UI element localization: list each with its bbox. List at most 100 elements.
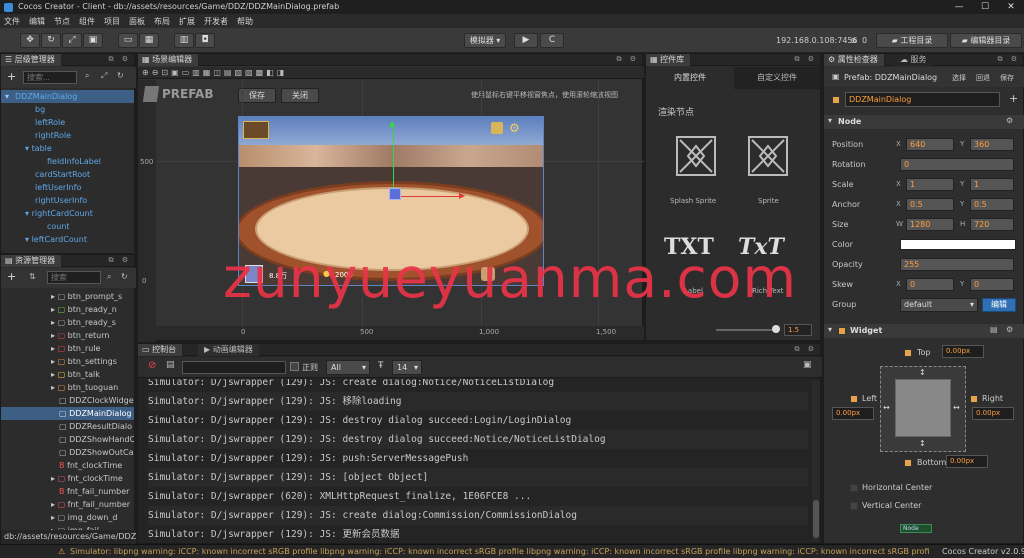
align-bottom-input[interactable]: 0.00px [946, 455, 988, 468]
align-bottom-checkbox[interactable] [904, 458, 912, 467]
tab-inspector[interactable]: ⚙ 属性检查器 [824, 54, 885, 66]
maximize-button[interactable]: ☐ [972, 0, 998, 14]
add-asset-icon[interactable]: + [7, 270, 16, 283]
asset-item-selected[interactable]: ▢ DDZMainDialog [1, 407, 134, 420]
save-prefab-button[interactable]: 保存 [238, 88, 276, 103]
gizmo-y-axis[interactable] [393, 123, 394, 191]
refresh-icon[interactable]: ↻ [117, 71, 124, 80]
position-y-input[interactable]: 360 [970, 138, 1014, 151]
sprite-widget[interactable] [748, 136, 788, 176]
scale-tool-icon[interactable]: ⤢ [62, 33, 82, 48]
asset-item[interactable]: B fnt_fail_number [59, 485, 129, 498]
scene-toolbar[interactable]: ⊕⊖⊡▣▭▥▦◫▤▧▨▩◧◨ [138, 67, 644, 79]
panel-menu-icon[interactable]: ⧉ ⚙ [617, 55, 640, 64]
hierarchy-search-input[interactable] [23, 71, 77, 84]
gizmo-x-axis[interactable] [393, 196, 461, 197]
tab-console[interactable]: ▭ 控制台 [138, 344, 184, 356]
tree-node-root[interactable]: ▾ DDZMainDialog [1, 90, 134, 103]
add-component-icon[interactable]: + [1009, 92, 1018, 105]
menu-extension[interactable]: 扩展 [179, 16, 195, 27]
log-level-select[interactable]: All ▾ [326, 360, 370, 375]
align-right-checkbox[interactable] [970, 394, 978, 403]
align-top-checkbox[interactable] [904, 348, 912, 357]
open-log-icon[interactable]: ▤ [166, 360, 175, 370]
asset-item[interactable]: ▢ DDZResultDialo [59, 420, 132, 433]
zoom-slider-thumb[interactable] [772, 325, 780, 333]
panel-menu-icon[interactable]: ⧉ ⚙ [998, 55, 1021, 64]
asset-item[interactable]: ▢ DDZShowOutCa [59, 446, 134, 459]
asset-item[interactable]: ▸ ▢ btn_tuoguan [51, 381, 118, 394]
prefab-save-button[interactable]: 保存 [1000, 73, 1014, 83]
asset-item[interactable]: B fnt_clockTime [59, 459, 122, 472]
widget-enabled-checkbox[interactable] [838, 326, 846, 335]
refresh-button[interactable]: C [540, 33, 564, 48]
console-filter-input[interactable] [182, 361, 286, 374]
tab-animation-editor[interactable]: ▶ 动画编辑器 [198, 344, 259, 356]
panel-menu-icon[interactable]: ⧉ ⚙ [795, 55, 818, 64]
console-scrollbar[interactable] [812, 380, 820, 542]
asset-item[interactable]: ▸ ▢ btn_talk [51, 368, 100, 381]
tab-control-library[interactable]: ▦ 控件库 [646, 54, 692, 66]
asset-item[interactable]: ▸ ▢ img_down_d [51, 511, 117, 524]
regex-checkbox[interactable] [290, 362, 299, 371]
preview-mode-icon[interactable]: ◘ [195, 33, 215, 48]
node-active-checkbox[interactable] [832, 95, 840, 104]
menu-component[interactable]: 组件 [79, 16, 95, 27]
splash-sprite-widget[interactable] [676, 136, 716, 176]
asset-item[interactable]: ▸ ▢ fnt_fail_number [51, 498, 130, 511]
asset-item[interactable]: ▸ ▢ btn_settings [51, 355, 117, 368]
gizmo-x-arrow-icon[interactable]: ▶ [459, 191, 465, 200]
size-width-input[interactable]: 1280 [906, 218, 954, 231]
prefab-select-button[interactable]: 选择 [952, 73, 966, 83]
local-pivot-icon[interactable]: ▭ [118, 33, 138, 48]
align-right-input[interactable]: 0.00px [972, 407, 1014, 420]
section-settings-icon[interactable]: ⚙ [1006, 116, 1013, 125]
tree-node[interactable]: count [47, 220, 70, 233]
asset-item[interactable]: ▸ ▢ fnt_clockTime [51, 472, 123, 485]
clear-console-icon[interactable]: ⊘ [148, 360, 156, 371]
scale-y-input[interactable]: 1 [970, 178, 1014, 191]
menu-node[interactable]: 节点 [54, 16, 70, 27]
prefab-revert-button[interactable]: 回退 [976, 73, 990, 83]
editor-dir-button[interactable]: ▰ 编辑器目录 [950, 33, 1022, 48]
tree-node[interactable]: leftUserInfo [35, 181, 81, 194]
tab-builtin-controls[interactable]: 内置控件 [646, 67, 734, 89]
play-button[interactable]: ▶ [514, 33, 538, 48]
collapse-arrow-icon[interactable]: ▾ [828, 325, 832, 334]
panel-menu-icon[interactable]: ⧉ ⚙ [795, 345, 818, 354]
console-collapse-icon[interactable]: ▣ [803, 360, 812, 370]
project-dir-button[interactable]: ▰ 工程目录 [876, 33, 948, 48]
tree-node[interactable]: leftRole [35, 116, 65, 129]
add-node-icon[interactable]: + [7, 70, 16, 83]
menu-file[interactable]: 文件 [4, 16, 20, 27]
tree-node[interactable]: rightUserInfo [35, 194, 87, 207]
zoom-value[interactable]: 1.5 [784, 324, 812, 336]
menu-edit[interactable]: 编辑 [29, 16, 45, 27]
zoom-slider-track[interactable] [716, 329, 776, 331]
close-window-button[interactable]: ✕ [998, 0, 1024, 14]
tab-scene[interactable]: ▦ 场景编辑器 [138, 54, 200, 66]
position-x-input[interactable]: 640 [906, 138, 954, 151]
move-tool-icon[interactable]: ✥ [20, 33, 40, 48]
expand-arrow-icon[interactable]: ▾ [5, 90, 9, 103]
close-prefab-button[interactable]: 关闭 [281, 88, 319, 103]
rotation-input[interactable]: 0 [900, 158, 1014, 171]
anchor-x-input[interactable]: 0.5 [906, 198, 954, 211]
node-name-input[interactable]: DDZMainDialog [845, 92, 1000, 107]
scale-x-input[interactable]: 1 [906, 178, 954, 191]
node-section-header[interactable]: ▾ Node ⚙ [824, 115, 1024, 129]
horizontal-center-checkbox[interactable] [850, 483, 858, 492]
align-top-input[interactable]: 0.00px [942, 345, 984, 358]
rect-tool-icon[interactable]: ▣ [83, 33, 103, 48]
snap-icon[interactable]: ▥ [174, 33, 194, 48]
tree-node[interactable]: cardStartRoot [35, 168, 90, 181]
tree-node[interactable]: bg [35, 103, 45, 116]
edit-group-button[interactable]: 编辑 [982, 298, 1016, 312]
asset-item[interactable]: ▢ DDZClockWidge [59, 394, 134, 407]
menu-help[interactable]: 帮助 [237, 16, 253, 27]
tab-service[interactable]: ☁ 服务 [894, 54, 933, 66]
tree-node[interactable]: ▾ rightCardCount [25, 207, 93, 220]
minimize-button[interactable]: — [946, 0, 972, 14]
rotate-tool-icon[interactable]: ↻ [41, 33, 61, 48]
menu-project[interactable]: 项目 [104, 16, 120, 27]
